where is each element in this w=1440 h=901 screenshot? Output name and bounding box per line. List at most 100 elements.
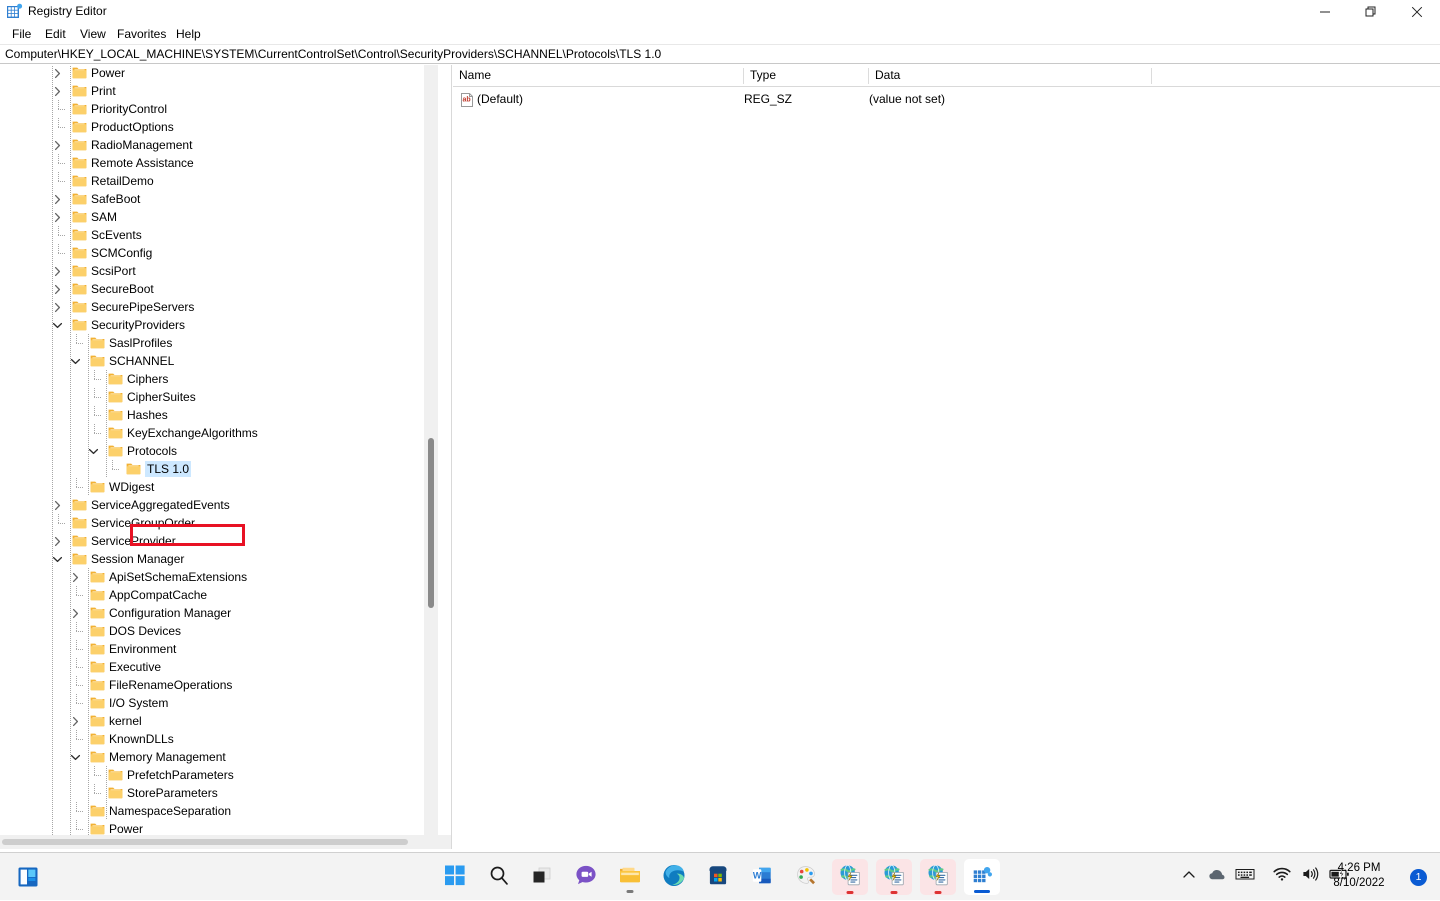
tree-item-apisetschemaextensions[interactable]: ApiSetSchemaExtensions bbox=[0, 568, 438, 586]
tree-item-schannel[interactable]: SCHANNEL bbox=[0, 352, 438, 370]
tree-item-securityproviders[interactable]: SecurityProviders bbox=[0, 316, 438, 334]
menu-view[interactable]: View bbox=[74, 24, 112, 44]
taskbar-store-button[interactable] bbox=[700, 859, 736, 895]
tree-item-serviceprovider[interactable]: ServiceProvider bbox=[0, 532, 438, 550]
tree-item-protocols[interactable]: Protocols bbox=[0, 442, 438, 460]
chevron-right-icon[interactable] bbox=[52, 68, 63, 79]
chevron-right-icon[interactable] bbox=[52, 194, 63, 205]
close-button[interactable] bbox=[1394, 0, 1440, 24]
chevron-right-icon[interactable] bbox=[52, 140, 63, 151]
tree-item-configuration-manager[interactable]: Configuration Manager bbox=[0, 604, 438, 622]
tree-item-storeparameters[interactable]: StoreParameters bbox=[0, 784, 438, 802]
tree-item-serviceaggregatedevents[interactable]: ServiceAggregatedEvents bbox=[0, 496, 438, 514]
tree-item-scevents[interactable]: ScEvents bbox=[0, 226, 438, 244]
chevron-up-icon[interactable] bbox=[1181, 867, 1197, 886]
column-header-data[interactable]: Data bbox=[869, 65, 1152, 86]
tree-item-ciphers[interactable]: Ciphers bbox=[0, 370, 438, 388]
tree-item-secureboot[interactable]: SecureBoot bbox=[0, 280, 438, 298]
chevron-down-icon[interactable] bbox=[70, 752, 81, 763]
tree-item-ciphersuites[interactable]: CipherSuites bbox=[0, 388, 438, 406]
taskbar-search-button[interactable] bbox=[481, 859, 517, 895]
minimize-button[interactable] bbox=[1302, 0, 1348, 24]
menu-favorites[interactable]: Favorites bbox=[111, 24, 172, 44]
keyboard-icon[interactable] bbox=[1235, 867, 1255, 884]
chevron-down-icon[interactable] bbox=[52, 320, 63, 331]
tree-item-scmconfig[interactable]: SCMConfig bbox=[0, 244, 438, 262]
tree-vertical-scroll-thumb[interactable] bbox=[428, 438, 434, 608]
speaker-icon[interactable] bbox=[1302, 867, 1320, 884]
menu-help[interactable]: Help bbox=[170, 24, 207, 44]
taskbar-file-explorer-button[interactable] bbox=[612, 859, 648, 895]
cloud-icon[interactable] bbox=[1208, 867, 1226, 886]
tree-item-servicegrouporder[interactable]: ServiceGroupOrder bbox=[0, 514, 438, 532]
taskbar-clock[interactable]: 4:26 PM 8/10/2022 bbox=[1320, 861, 1398, 891]
tree-item-securepipeservers[interactable]: SecurePipeServers bbox=[0, 298, 438, 316]
tree-item-prioritycontrol[interactable]: PriorityControl bbox=[0, 100, 438, 118]
taskbar-word-button[interactable]: W bbox=[744, 859, 780, 895]
chevron-right-icon[interactable] bbox=[52, 86, 63, 97]
tree-item-environment[interactable]: Environment bbox=[0, 640, 438, 658]
tree-item-kernel[interactable]: kernel bbox=[0, 712, 438, 730]
wifi-icon[interactable] bbox=[1273, 867, 1291, 884]
address-bar[interactable]: Computer\HKEY_LOCAL_MACHINE\SYSTEM\Curre… bbox=[0, 44, 1440, 64]
chevron-right-icon[interactable] bbox=[52, 500, 63, 511]
menu-file[interactable]: File bbox=[6, 24, 37, 44]
tree-item-radiomanagement[interactable]: RadioManagement bbox=[0, 136, 438, 154]
chevron-right-icon[interactable] bbox=[52, 284, 63, 295]
taskbar-task-view-button[interactable] bbox=[524, 859, 560, 895]
tree-item-memory-management[interactable]: Memory Management bbox=[0, 748, 438, 766]
tree-item-appcompatcache[interactable]: AppCompatCache bbox=[0, 586, 438, 604]
tree-item-i-o-system[interactable]: I/O System bbox=[0, 694, 438, 712]
tree-item-saslprofiles[interactable]: SaslProfiles bbox=[0, 334, 438, 352]
column-header-type[interactable]: Type bbox=[744, 65, 869, 86]
chevron-right-icon[interactable] bbox=[52, 266, 63, 277]
tree-item-executive[interactable]: Executive bbox=[0, 658, 438, 676]
tree-item-prefetchparameters[interactable]: PrefetchParameters bbox=[0, 766, 438, 784]
chevron-down-icon[interactable] bbox=[52, 554, 63, 565]
tree-horizontal-scroll-thumb[interactable] bbox=[2, 839, 408, 845]
tree-item-wdigest[interactable]: WDigest bbox=[0, 478, 438, 496]
taskbar-paint-button[interactable] bbox=[788, 859, 824, 895]
tree-horizontal-scrollbar[interactable] bbox=[0, 835, 438, 849]
taskbar-internet-script-2[interactable] bbox=[876, 859, 912, 895]
chevron-right-icon[interactable] bbox=[52, 302, 63, 313]
tree-item-safeboot[interactable]: SafeBoot bbox=[0, 190, 438, 208]
widgets-icon[interactable] bbox=[14, 863, 42, 891]
taskbar-edge-button[interactable] bbox=[656, 859, 692, 895]
taskbar-registry-editor-button[interactable] bbox=[964, 859, 1000, 895]
taskbar-chat-button[interactable] bbox=[568, 859, 604, 895]
chevron-right-icon[interactable] bbox=[52, 536, 63, 547]
tree-item-session-manager[interactable]: Session Manager bbox=[0, 550, 438, 568]
tree-item-sam[interactable]: SAM bbox=[0, 208, 438, 226]
tree-item-filerenameoperations[interactable]: FileRenameOperations bbox=[0, 676, 438, 694]
chevron-right-icon[interactable] bbox=[52, 212, 63, 223]
maximize-restore-button[interactable] bbox=[1348, 0, 1394, 24]
tree-item-print[interactable]: Print bbox=[0, 82, 438, 100]
registry-tree-pane[interactable]: Power Print PriorityControl ProductOptions R… bbox=[0, 65, 452, 849]
column-divider-3[interactable] bbox=[1151, 68, 1152, 84]
chevron-down-icon[interactable] bbox=[88, 446, 99, 457]
tree-item-remote-assistance[interactable]: Remote Assistance bbox=[0, 154, 438, 172]
chevron-down-icon[interactable] bbox=[70, 356, 81, 367]
tree-item-namespaceseparation[interactable]: NamespaceSeparation bbox=[0, 802, 438, 820]
tree-item-hashes[interactable]: Hashes bbox=[0, 406, 438, 424]
tree-item-productoptions[interactable]: ProductOptions bbox=[0, 118, 438, 136]
taskbar-internet-script-3[interactable] bbox=[920, 859, 956, 895]
value-list-pane[interactable]: Name Type Data ab (Default) REG_SZ (valu bbox=[453, 65, 1440, 849]
chevron-right-icon[interactable] bbox=[70, 572, 81, 583]
tree-item-dos-devices[interactable]: DOS Devices bbox=[0, 622, 438, 640]
tree-item-scsiport[interactable]: ScsiPort bbox=[0, 262, 438, 280]
tree-vertical-scrollbar[interactable] bbox=[424, 65, 438, 835]
tree-item-power[interactable]: Power bbox=[0, 65, 438, 82]
notification-badge[interactable]: 1 bbox=[1410, 869, 1427, 886]
tree-item-retaildemo[interactable]: RetailDemo bbox=[0, 172, 438, 190]
tree-item-keyexchangealgorithms[interactable]: KeyExchangeAlgorithms bbox=[0, 424, 438, 442]
chevron-right-icon[interactable] bbox=[70, 608, 81, 619]
chevron-right-icon[interactable] bbox=[70, 716, 81, 727]
taskbar-start-button[interactable] bbox=[437, 859, 473, 895]
table-row[interactable]: ab (Default) REG_SZ (value not set) bbox=[453, 90, 1440, 109]
column-header-name[interactable]: Name bbox=[453, 65, 743, 86]
tree-item-tls-1-0[interactable]: TLS 1.0 bbox=[0, 460, 438, 478]
taskbar-internet-script-1[interactable] bbox=[832, 859, 868, 895]
menu-edit[interactable]: Edit bbox=[39, 24, 72, 44]
